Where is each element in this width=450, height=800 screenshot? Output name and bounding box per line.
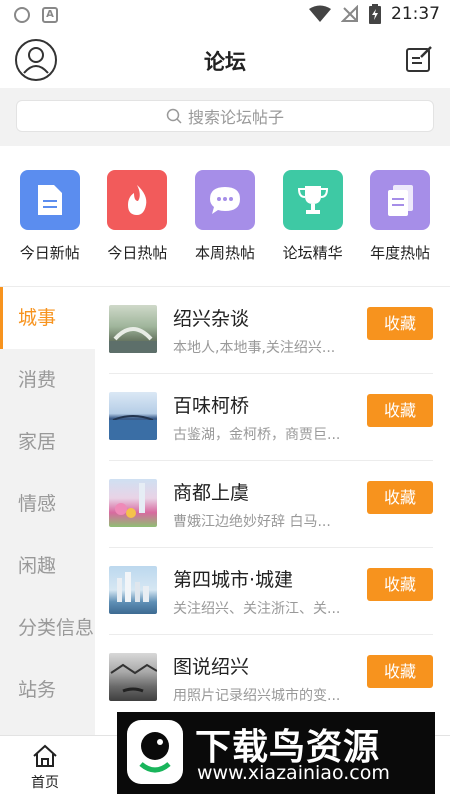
forum-thumbnail	[109, 479, 157, 527]
no-signal-icon	[341, 5, 358, 22]
forum-list: 绍兴杂谈 本地人,本地事,关注绍兴... 收藏 百味柯桥 古鉴湖，金柯桥，商贾巨…	[95, 287, 450, 735]
shield-icon	[14, 7, 30, 23]
document-icon	[19, 170, 80, 230]
forum-description: 关注绍兴、关注浙江、关...	[173, 601, 341, 617]
forum-description: 用照片记录绍兴城市的变...	[173, 688, 341, 704]
home-icon	[33, 744, 57, 767]
wifi-icon	[309, 5, 331, 22]
category-label: 年度热帖	[370, 244, 431, 262]
forum-thumbnail	[109, 653, 157, 701]
forum-thumbnail	[109, 566, 157, 614]
list-item[interactable]: 商都上虞 曹娥江边绝妙好辞 白马... 收藏	[109, 461, 433, 548]
favorite-button[interactable]: 收藏	[367, 568, 433, 601]
list-item[interactable]: 百味柯桥 古鉴湖，金柯桥，商贾巨... 收藏	[109, 374, 433, 461]
search-icon	[166, 108, 182, 124]
favorite-button[interactable]: 收藏	[367, 481, 433, 514]
sidebar-item-consumer[interactable]: 消费	[0, 349, 95, 411]
forum-description: 古鉴湖，金柯桥，商贾巨...	[173, 427, 341, 443]
notification-a-icon: A	[42, 7, 58, 23]
chat-bubble-icon	[194, 170, 255, 230]
sidebar-item-leisure[interactable]: 闲趣	[0, 535, 95, 597]
flame-icon	[107, 170, 168, 230]
forum-thumbnail	[109, 305, 157, 353]
sidebar-item-emotion[interactable]: 情感	[0, 473, 95, 535]
page-title: 论坛	[204, 50, 246, 74]
edit-post-icon[interactable]	[404, 44, 434, 74]
forum-thumbnail	[109, 392, 157, 440]
category-label: 今日热帖	[107, 244, 168, 262]
forum-title: 图说绍兴	[173, 656, 250, 678]
category-shortcuts: 今日新帖 今日热帖 本周热帖 论坛精华 年度热帖	[0, 146, 450, 286]
tab-home-label: 首页	[31, 775, 59, 791]
status-bar: A 21:37	[0, 0, 450, 32]
search-input[interactable]: 搜索论坛帖子	[16, 100, 434, 132]
favorite-button[interactable]: 收藏	[367, 307, 433, 340]
favorite-button[interactable]: 收藏	[367, 655, 433, 688]
sidebar-item-classifieds[interactable]: 分类信息	[0, 597, 95, 659]
list-item[interactable]: 图说绍兴 用照片记录绍兴城市的变... 收藏	[109, 635, 433, 722]
battery-icon	[369, 4, 381, 24]
list-item[interactable]: 第四城市·城建 关注绍兴、关注浙江、关... 收藏	[109, 548, 433, 635]
top-nav-bar: 论坛	[0, 32, 450, 88]
documents-icon	[370, 170, 431, 230]
category-today-hot[interactable]: 今日热帖	[97, 170, 177, 286]
tab-home[interactable]: 首页	[0, 736, 90, 800]
forum-description: 本地人,本地事,关注绍兴...	[173, 340, 336, 356]
category-essence[interactable]: 论坛精华	[273, 170, 353, 286]
trophy-icon	[282, 170, 343, 230]
category-label: 本周热帖	[194, 244, 255, 262]
forum-title: 绍兴杂谈	[173, 308, 250, 330]
sidebar-item-site-affairs[interactable]: 站务	[0, 659, 95, 721]
category-label: 今日新帖	[19, 244, 80, 262]
bird-logo-icon	[127, 720, 183, 784]
sidebar-item-city[interactable]: 城事	[0, 287, 95, 349]
watermark-banner: 下载鸟资源 www.xiazainiao.com	[117, 712, 435, 794]
forum-description: 曹娥江边绝妙好辞 白马...	[173, 514, 331, 530]
forum-title: 第四城市·城建	[173, 569, 294, 591]
category-week-hot[interactable]: 本周热帖	[185, 170, 265, 286]
category-label: 论坛精华	[282, 244, 343, 262]
watermark-url: www.xiazainiao.com	[197, 762, 390, 784]
list-item[interactable]: 绍兴杂谈 本地人,本地事,关注绍兴... 收藏	[109, 287, 433, 374]
favorite-button[interactable]: 收藏	[367, 394, 433, 427]
sidebar: 城事 消费 家居 情感 闲趣 分类信息 站务	[0, 287, 95, 735]
forum-title: 商都上虞	[173, 482, 250, 504]
category-year-hot[interactable]: 年度热帖	[360, 170, 440, 286]
sidebar-item-home[interactable]: 家居	[0, 411, 95, 473]
clock: 21:37	[391, 4, 440, 24]
search-placeholder: 搜索论坛帖子	[187, 108, 284, 127]
forum-title: 百味柯桥	[173, 395, 250, 417]
search-bar-area: 搜索论坛帖子	[0, 88, 450, 146]
category-today-new[interactable]: 今日新帖	[10, 170, 90, 286]
